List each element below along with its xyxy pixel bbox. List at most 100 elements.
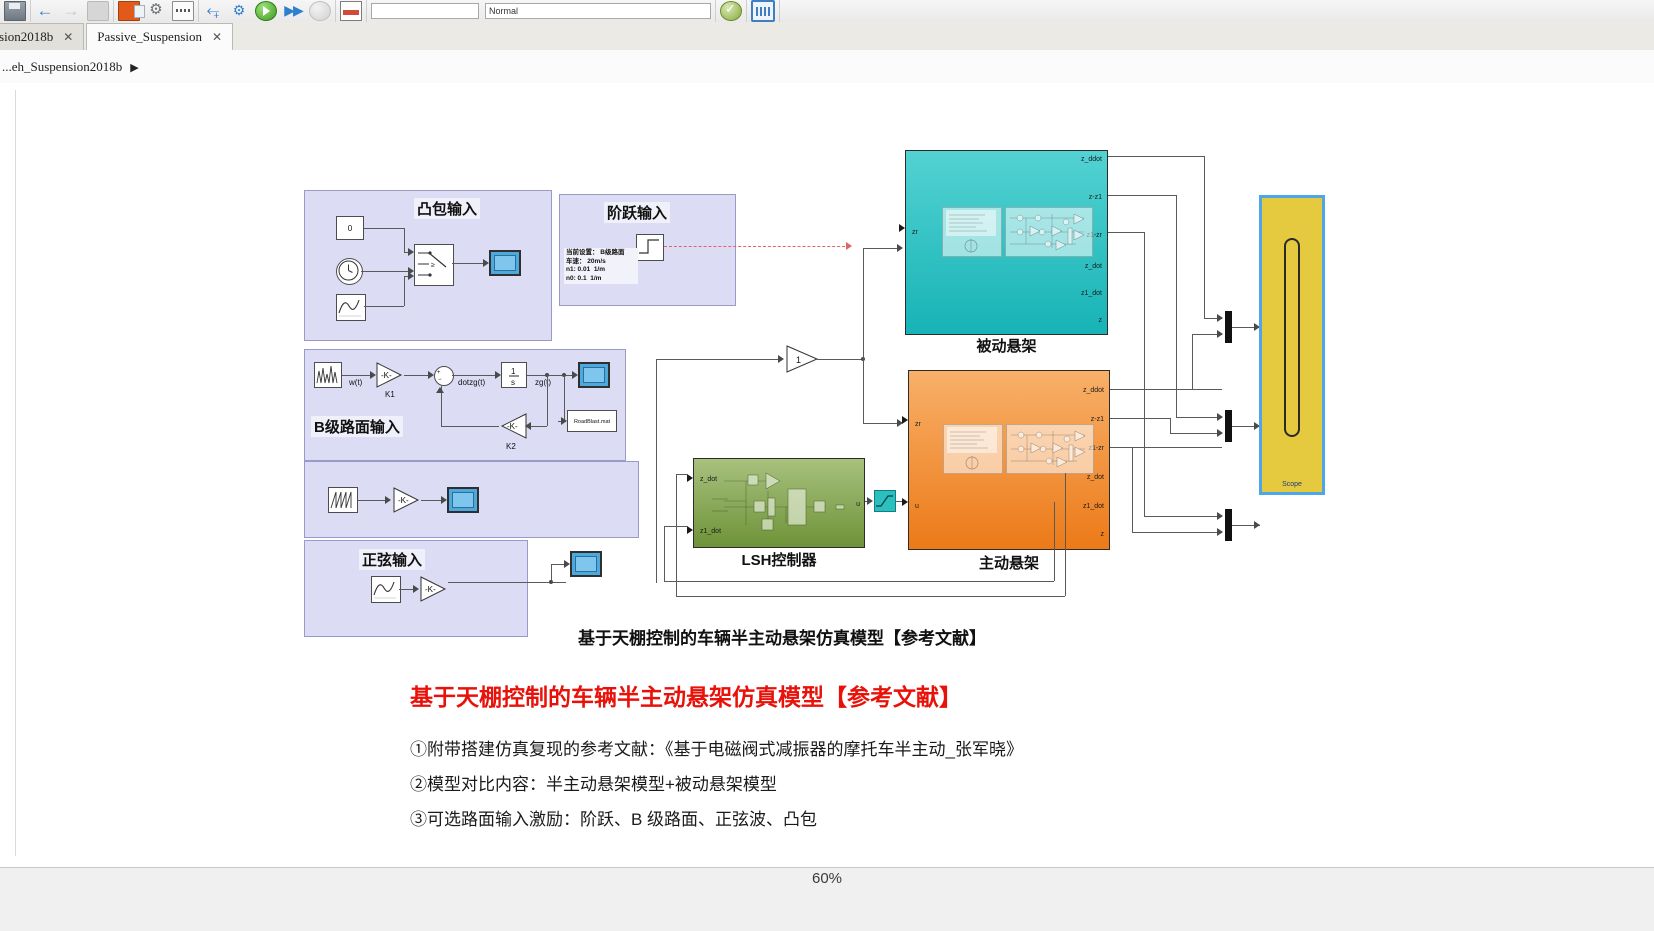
wire <box>1132 447 1133 532</box>
svg-text:s: s <box>511 378 515 387</box>
integrator-block[interactable]: 1s <box>501 362 527 388</box>
wire <box>564 375 565 421</box>
scope-block-icon[interactable]: Scope <box>1259 195 1325 495</box>
output-port-z-ddot: z_ddot <box>1080 156 1102 163</box>
tab-label: Passive_Suspension <box>97 29 202 44</box>
router-gain-block[interactable]: 1 <box>786 344 819 373</box>
wire-arrow <box>1217 314 1223 322</box>
wire-arrow <box>483 259 489 267</box>
wire <box>656 359 782 360</box>
to-file-block[interactable]: RoadBlast.mat <box>567 410 617 432</box>
band-limited-white-noise-icon[interactable] <box>314 362 342 388</box>
svg-text:-K-: -K- <box>425 585 436 594</box>
wire <box>863 248 864 423</box>
controller-preview <box>712 472 845 531</box>
scope-icon[interactable] <box>489 250 521 276</box>
wire-arrow <box>408 248 414 256</box>
pause-icon[interactable] <box>309 1 331 21</box>
svg-text:+: + <box>437 370 441 376</box>
step-settings-note: 当前设置： B级路面 车速： 20m/s n1: 0.01 1/m n0: 0.… <box>564 248 638 284</box>
wire <box>1108 156 1204 157</box>
gear-icon[interactable]: ⚙ <box>146 2 166 20</box>
gain-k1-block[interactable]: -K- <box>376 361 404 389</box>
mux-block-1[interactable] <box>1225 311 1232 343</box>
run-icon[interactable] <box>255 1 277 21</box>
scope-icon[interactable] <box>570 551 602 577</box>
toolbar-group-file <box>0 0 31 22</box>
wire <box>664 581 1054 582</box>
input-arrow <box>899 224 905 232</box>
gain-k2-block[interactable]: -K- <box>499 412 527 440</box>
wire <box>896 501 902 502</box>
wire-arrow <box>413 585 419 593</box>
sine-wave-icon[interactable] <box>336 294 366 321</box>
back-arrow-icon[interactable]: ⥆ <box>203 2 223 20</box>
mux-block-2[interactable] <box>1225 410 1232 442</box>
keyboard-icon[interactable] <box>751 0 775 22</box>
step-input-icon[interactable] <box>636 234 664 261</box>
step-forward-icon[interactable]: ▶▶ <box>283 2 304 20</box>
clock-icon[interactable] <box>336 258 363 285</box>
wire <box>817 359 863 360</box>
constant-block[interactable]: 0 <box>336 216 364 240</box>
wire-arrow <box>441 496 447 504</box>
scope-icon[interactable] <box>578 362 610 388</box>
wire-arrow <box>408 272 414 280</box>
output-port-z: z <box>1098 317 1103 324</box>
report-icon[interactable] <box>340 1 362 21</box>
wire-arrow <box>385 496 391 504</box>
svg-text:1: 1 <box>796 355 801 365</box>
debug-icon[interactable]: ⚙ <box>229 2 249 20</box>
redo-icon[interactable]: → <box>61 2 81 20</box>
subsystem-passive-caption: 被动悬架 <box>976 338 1037 355</box>
close-icon[interactable]: ✕ <box>63 30 73 45</box>
wire-arrow <box>561 417 567 425</box>
output-port-z-z1: z-z1 <box>1090 416 1104 423</box>
save-icon[interactable] <box>4 1 26 21</box>
wire <box>676 596 1065 597</box>
mux-block-3[interactable] <box>1225 509 1232 541</box>
sum-block[interactable]: + − <box>434 366 454 386</box>
subsystem-passive-suspension[interactable]: zr z_ddot z-z1 z1-zr z_dot z1_dot z <box>905 150 1108 335</box>
chevron-right-icon[interactable]: ▶ <box>130 62 138 74</box>
switch-icon[interactable]: ≥ <box>414 244 454 286</box>
tab-passive-suspension[interactable]: Passive_Suspension ✕ <box>86 23 234 50</box>
wire <box>364 306 404 307</box>
wire <box>364 228 404 229</box>
model-canvas[interactable]: 凸包输入 0 ≥ 阶跃输入 当前设置： B级路面 车速： 20m/s n1: 0 <box>0 83 1654 858</box>
sine-wave-icon[interactable] <box>371 576 401 603</box>
subsystem-active-caption: 主动悬架 <box>978 555 1039 572</box>
wire <box>527 375 574 376</box>
subsystem-active-suspension[interactable]: zr u z_ddot z-z1 z1-zr z_dot z1_dot z <box>908 370 1110 550</box>
wire <box>547 375 548 426</box>
wire <box>1144 232 1145 516</box>
svg-text:1: 1 <box>511 367 516 376</box>
breadcrumb[interactable]: ...eh_Suspension2018b ▶ <box>0 59 139 75</box>
saturation-block-icon[interactable] <box>874 490 896 512</box>
wire <box>1110 447 1222 448</box>
signal-table-icon[interactable] <box>172 1 194 21</box>
close-icon[interactable]: ✕ <box>212 30 222 45</box>
scope-label: Scope <box>1282 481 1302 488</box>
subsystem-lsh-controller[interactable]: z_dot z1_dot u <box>693 458 865 548</box>
tab-suspension2018b[interactable]: ...ension2018b ✕ <box>0 23 85 50</box>
input-arrow <box>687 474 693 482</box>
model-settings-icon[interactable] <box>118 1 145 21</box>
input-arrow <box>902 416 908 424</box>
solver-input[interactable]: Normal <box>485 3 711 19</box>
output-port-z-ddot: z_ddot <box>1082 387 1104 394</box>
scope-icon[interactable] <box>447 487 479 513</box>
wire-arrow <box>867 497 873 505</box>
wire-arrow <box>1217 429 1223 437</box>
check-icon[interactable] <box>720 1 742 21</box>
repeating-sequence-icon[interactable] <box>328 487 358 513</box>
undo-icon[interactable]: ← <box>35 2 55 20</box>
stop-icon[interactable] <box>87 1 109 21</box>
wire <box>358 500 388 501</box>
group-broadband-title: B级路面输入 <box>311 416 403 437</box>
wire <box>361 271 412 272</box>
stop-time-input[interactable] <box>371 3 479 19</box>
gain-block[interactable]: -K- <box>393 486 421 514</box>
gain-block[interactable]: -K- <box>420 575 448 603</box>
signal-label-zg: zg(t) <box>535 378 551 387</box>
